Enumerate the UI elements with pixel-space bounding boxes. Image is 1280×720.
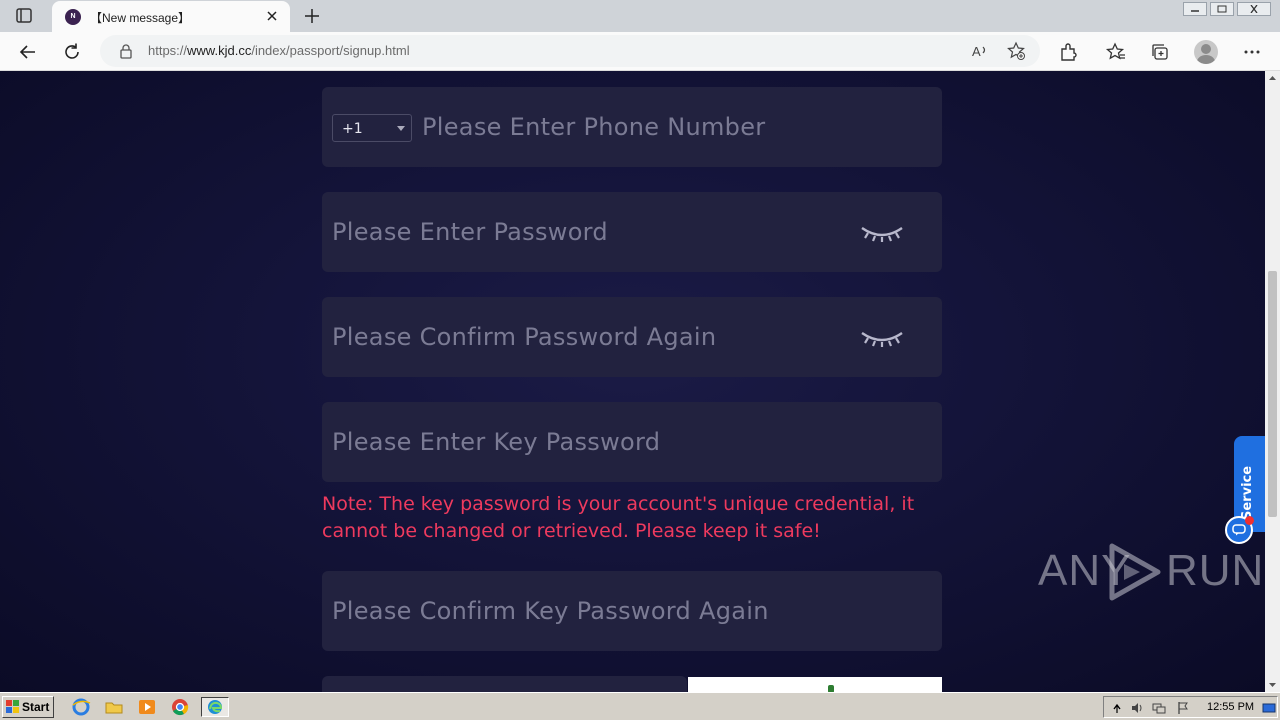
key-password-field[interactable]: Please Enter Key Password [322,402,942,482]
country-code-select[interactable]: +1 [332,114,412,142]
password-placeholder: Please Enter Password [332,218,608,246]
scroll-thumb[interactable] [1268,271,1277,517]
windows-logo-icon [6,700,19,713]
play-icon [1109,543,1161,601]
confirm-password-placeholder: Please Confirm Password Again [332,323,717,351]
confirm-key-password-field[interactable]: Please Confirm Key Password Again [322,571,942,651]
system-tray: 12:55 PM [1103,696,1278,718]
key-password-placeholder: Please Enter Key Password [332,428,661,456]
add-favorite-icon[interactable] [1006,41,1026,61]
eye-closed-icon[interactable] [859,222,905,244]
svg-text:A: A [972,44,981,59]
phone-placeholder: Please Enter Phone Number [422,113,766,141]
caret-down-icon [397,126,405,131]
address-bar[interactable]: https://www.kjd.cc/index/passport/signup… [100,35,1040,67]
captcha-input[interactable] [322,676,687,692]
key-password-note: Note: The key password is your account's… [322,493,915,542]
ie-icon[interactable] [70,697,92,717]
minimize-button[interactable] [1183,2,1207,16]
anyrun-watermark: ANY RUN [1038,540,1263,604]
page-scrollbar[interactable] [1265,71,1280,692]
back-arrow-icon[interactable] [17,41,39,63]
tab-title: 【New message】 [90,11,191,25]
restore-button[interactable] [1210,2,1234,16]
close-window-button[interactable] [1237,2,1271,16]
tab-favicon-icon: N [65,9,81,25]
url-prefix: https:// [148,43,188,58]
chrome-icon[interactable] [169,697,191,717]
url-path: /index/passport/signup.html [251,43,410,58]
collections-icon[interactable] [1149,41,1171,63]
tab-actions-icon[interactable] [12,6,36,26]
captcha-mark [828,685,834,692]
tab-strip: N 【New message】 [0,0,1280,32]
start-label: Start [22,700,50,714]
browser-tab[interactable]: N 【New message】 [52,1,290,32]
volume-icon[interactable] [1130,700,1144,714]
url-text[interactable]: https://www.kjd.cc/index/passport/signup… [148,43,410,58]
network-icon[interactable] [1152,700,1166,714]
tab-close-icon[interactable] [264,8,280,24]
notification-dot [1245,516,1254,525]
phone-field[interactable]: +1 Please Enter Phone Number [322,87,942,167]
new-tab-icon[interactable] [302,6,322,26]
watermark-right: RUN [1166,546,1265,595]
confirm-password-field[interactable]: Please Confirm Password Again [322,297,942,377]
more-options-icon[interactable] [1241,41,1263,63]
lock-icon[interactable] [118,43,134,59]
confirm-key-password-placeholder: Please Confirm Key Password Again [332,597,769,625]
media-player-icon[interactable] [136,697,158,717]
extensions-icon[interactable] [1057,41,1079,63]
scroll-down-icon[interactable] [1265,677,1280,692]
browser-toolbar: https://www.kjd.cc/index/passport/signup… [0,32,1280,71]
flag-icon[interactable] [1176,700,1190,714]
taskbar-clock: 12:55 PM [1207,701,1255,713]
url-host: www.kjd.cc [187,43,252,58]
start-button[interactable]: Start [2,696,54,718]
read-aloud-icon[interactable]: A [970,41,990,61]
refresh-icon[interactable] [61,41,83,63]
folder-icon[interactable] [103,697,125,717]
captcha-image[interactable] [688,677,942,692]
country-code-value: +1 [342,121,363,137]
tray-expand-icon[interactable] [1110,700,1124,714]
scroll-up-icon[interactable] [1265,71,1280,86]
windows-taskbar: Start 12:55 PM [0,692,1280,720]
show-desktop-icon[interactable] [1262,700,1276,714]
service-label: Service [1240,465,1255,520]
edge-icon[interactable] [201,697,229,717]
password-field[interactable]: Please Enter Password [322,192,942,272]
profile-avatar[interactable] [1194,40,1218,64]
eye-closed-icon[interactable] [859,327,905,349]
favorites-icon[interactable] [1105,41,1127,63]
